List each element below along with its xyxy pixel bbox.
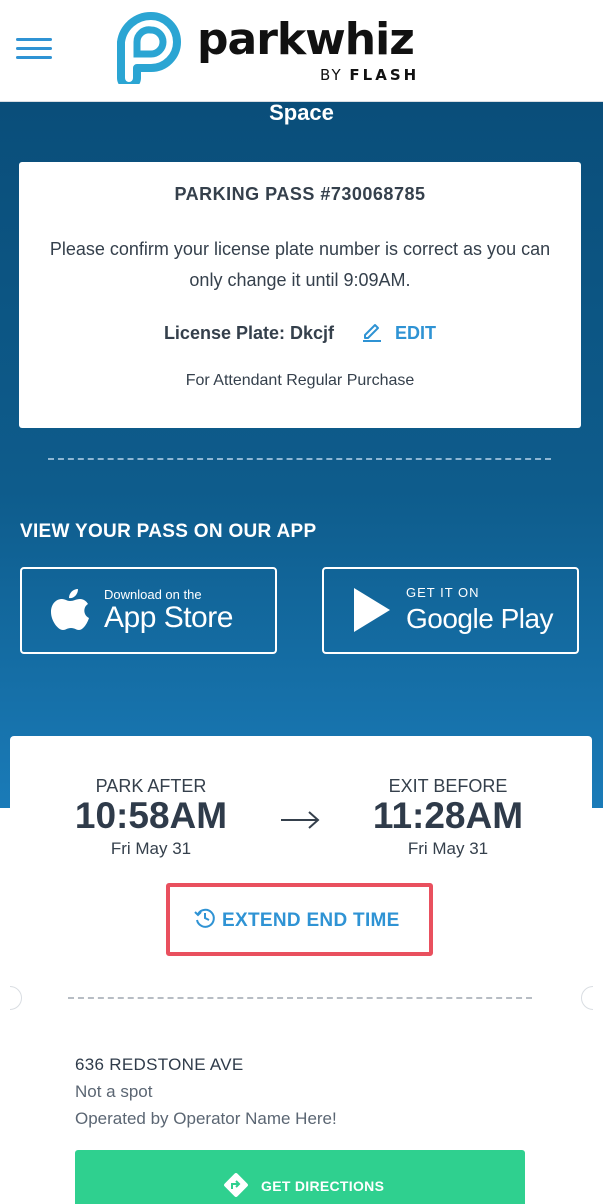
exit-before-block: EXIT BEFORE 11:28AM Fri May 31 (338, 776, 558, 859)
brand-subtitle: BY FLASH (320, 66, 419, 84)
brand-sub-prefix: BY (320, 66, 350, 84)
pencil-icon (363, 324, 382, 342)
park-after-time: 10:58AM (74, 795, 228, 836)
plate-confirm-message: Please confirm your license plate number… (49, 239, 551, 290)
exit-before-label: EXIT BEFORE (388, 776, 508, 796)
directions-icon (224, 1173, 248, 1197)
view-pass-heading: VIEW YOUR PASS ON OUR APP (20, 521, 317, 542)
app-store-small-text: Download on the (104, 587, 202, 602)
banner-divider (48, 458, 551, 460)
arrow-right-icon (281, 811, 320, 829)
extend-end-time-button[interactable]: EXTEND END TIME (194, 907, 400, 932)
get-directions-button[interactable]: GET DIRECTIONS (75, 1150, 525, 1204)
google-play-small-text: GET IT ON (406, 585, 480, 600)
google-play-icon (354, 588, 390, 632)
apple-icon (51, 589, 89, 630)
exit-before-time: 11:28AM (372, 795, 524, 836)
exit-before-date: Fri May 31 (407, 839, 489, 858)
pass-number: PARKING PASS #730068785 (174, 184, 426, 204)
get-directions-label: GET DIRECTIONS (261, 1178, 385, 1194)
park-after-label: PARK AFTER (95, 776, 207, 796)
get-directions-content: GET DIRECTIONS (223, 1172, 384, 1198)
location-spot: Not a spot (75, 1082, 153, 1101)
extend-end-time-label: EXTEND END TIME (222, 910, 400, 931)
license-plate-row: License Plate: Dkcjf EDIT (19, 320, 581, 344)
google-play-button[interactable]: GET IT ON Google Play (322, 567, 579, 654)
location-address: 636 REDSTONE AVE (75, 1055, 244, 1074)
google-play-big-text: Google Play (406, 603, 554, 634)
hamburger-icon[interactable] (16, 38, 52, 60)
brand-name: parkwhiz (197, 14, 415, 65)
app-header: parkwhiz BY FLASH (0, 0, 603, 102)
location-operator: Operated by Operator Name Here! (75, 1109, 337, 1128)
app-store-big-text: App Store (104, 601, 233, 634)
brand-sub-name: FLASH (349, 66, 420, 84)
clock-icon (194, 908, 215, 928)
parkwhiz-logo-icon[interactable] (107, 10, 183, 84)
park-after-block: PARK AFTER 10:58AM Fri May 31 (41, 776, 261, 859)
edit-label: EDIT (395, 323, 437, 343)
page-title: Space (269, 100, 334, 125)
ticket-divider (68, 997, 532, 999)
edit-plate-button[interactable]: EDIT (361, 320, 436, 344)
license-plate-label: License Plate: Dkcjf (163, 323, 335, 343)
ticket-notch-right (581, 986, 593, 1010)
park-after-date: Fri May 31 (110, 839, 192, 858)
app-store-button[interactable]: Download on the App Store (20, 567, 277, 654)
attendant-note: For Attendant Regular Purchase (185, 372, 415, 389)
parking-pass-card: PARKING PASS #730068785 Please confirm y… (19, 162, 581, 428)
